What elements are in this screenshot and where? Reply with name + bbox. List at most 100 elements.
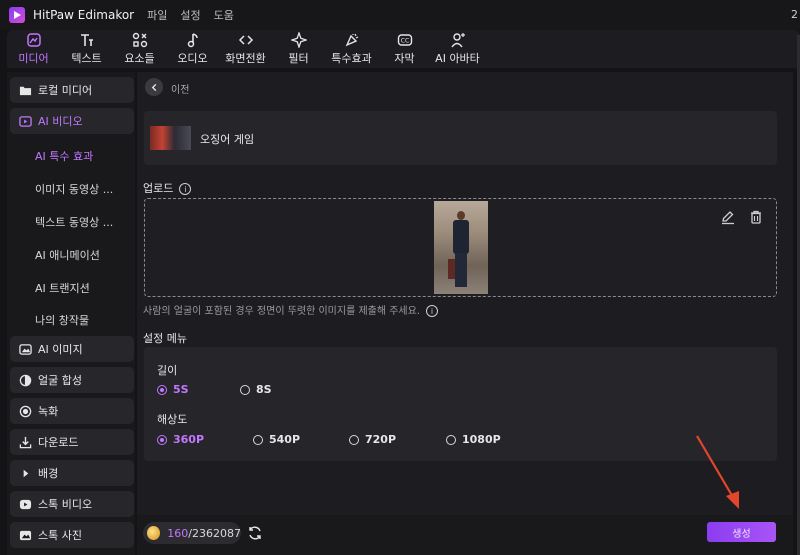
sidebar-item-local-media[interactable]: 로컬 미디어 <box>10 77 134 103</box>
resolution-option-720p[interactable]: 720P <box>349 433 396 446</box>
resolution-option-360p[interactable]: 360P <box>157 433 204 446</box>
upload-label-text: 업로드 <box>143 182 174 195</box>
trash-icon[interactable] <box>748 209 764 225</box>
coin-icon <box>147 526 161 540</box>
background-icon <box>18 466 32 480</box>
ai-video-icon <box>18 114 32 128</box>
resolution-title: 해상도 <box>157 413 188 426</box>
sidebar-item-label: 로컬 미디어 <box>38 84 93 97</box>
face-swap-icon <box>18 373 32 387</box>
transition-icon <box>238 32 254 48</box>
upload-hint: 사람의 얼굴이 포함된 경우 정면이 뚜렷한 이미지를 제출해 주세요. i <box>143 302 439 317</box>
sidebar-item-label: 녹화 <box>38 405 59 418</box>
radio-dot <box>157 384 167 395</box>
stock-video-icon <box>18 497 32 511</box>
edit-icon[interactable] <box>720 209 736 225</box>
credits-value: 160/2362087 <box>167 527 241 540</box>
app-name: HitPaw Edimakor <box>33 8 135 22</box>
credits-used: 160 <box>167 526 189 540</box>
sidebar-item-ai-image[interactable]: AI 이미지 <box>10 336 134 362</box>
effects-icon <box>344 32 360 48</box>
menu-settings[interactable]: 설정 <box>180 7 200 23</box>
title-right-text: 2 <box>791 8 798 21</box>
sidebar-item-label: 스톡 사진 <box>38 529 82 542</box>
menu-help[interactable]: 도움 <box>214 7 234 23</box>
length-option-label: 8S <box>256 383 272 396</box>
upload-label: 업로드 i <box>143 180 192 196</box>
project-thumbnail <box>150 126 191 150</box>
sidebar-item-stock-photo[interactable]: 스톡 사진 <box>10 522 134 548</box>
tab-text[interactable]: 텍스트 <box>60 30 113 68</box>
project-title: 오징어 게임 <box>200 133 255 146</box>
audio-icon <box>185 32 201 48</box>
hint-info-icon[interactable]: i <box>426 305 439 317</box>
sub-item-my-creations[interactable]: 나의 창작물 <box>35 312 89 328</box>
app-logo-icon <box>9 7 25 23</box>
sidebar-item-label: 얼굴 합성 <box>38 374 82 387</box>
sub-item-ai-effects[interactable]: AI 특수 효과 <box>35 148 93 164</box>
tab-audio[interactable]: 오디오 <box>166 30 219 68</box>
tab-transition-label: 화면전환 <box>225 52 266 65</box>
sub-item-ai-transition[interactable]: AI 트랜지션 <box>35 280 90 296</box>
tab-transition[interactable]: 화면전환 <box>219 30 272 68</box>
tab-elements[interactable]: 요소들 <box>113 30 166 68</box>
settings-label: 설정 메뉴 <box>143 332 187 345</box>
sidebar-item-background[interactable]: 배경 <box>10 460 134 486</box>
back-button[interactable] <box>145 78 163 96</box>
bottom-bar: 160/2362087 생성 <box>137 515 793 555</box>
sidebar-item-record[interactable]: 녹화 <box>10 398 134 424</box>
credits-badge: 160/2362087 <box>143 522 241 544</box>
tab-subtitle[interactable]: CC 자막 <box>378 30 431 68</box>
folder-icon <box>18 83 32 97</box>
upload-hint-text: 사람의 얼굴이 포함된 경우 정면이 뚜렷한 이미지를 제출해 주세요. <box>143 306 421 317</box>
sidebar-item-label: AI 이미지 <box>38 343 83 356</box>
tab-ai-avatar[interactable]: AI 아바타 <box>431 30 484 68</box>
ai-image-icon <box>18 342 32 356</box>
tab-text-label: 텍스트 <box>71 52 102 65</box>
resolution-option-label: 540P <box>269 433 301 446</box>
sub-item-image-to-video[interactable]: 이미지 동영상 ... <box>35 181 113 197</box>
sub-item-text-to-video[interactable]: 텍스트 동영상 ... <box>35 214 113 230</box>
uploaded-image <box>434 201 488 294</box>
tab-filter-label: 필터 <box>288 52 309 65</box>
upload-dropzone[interactable] <box>144 198 777 297</box>
person-figure <box>448 211 470 291</box>
sidebar-item-stock-video[interactable]: 스톡 비디오 <box>10 491 134 517</box>
length-option-label: 5S <box>173 383 189 396</box>
tab-media[interactable]: 미디어 <box>7 30 60 68</box>
tab-ai-avatar-label: AI 아바타 <box>435 52 480 65</box>
resolution-option-1080p[interactable]: 1080P <box>446 433 501 446</box>
sidebar-item-download[interactable]: 다운로드 <box>10 429 134 455</box>
back-label[interactable]: 이전 <box>171 81 189 96</box>
title-bar: HitPaw Edimakor 파일 설정 도움 2 <box>0 0 800 30</box>
sidebar-item-label: 다운로드 <box>38 436 79 449</box>
resolution-option-label: 360P <box>173 433 205 446</box>
length-option-5s[interactable]: 5S <box>157 383 189 396</box>
sidebar: 로컬 미디어 AI 비디오 AI 특수 효과 이미지 동영상 ... 텍스트 동… <box>7 72 135 555</box>
record-icon <box>18 404 32 418</box>
length-option-8s[interactable]: 8S <box>240 383 272 396</box>
generate-button[interactable]: 생성 <box>707 522 776 542</box>
sub-item-ai-animation[interactable]: AI 애니메이션 <box>35 247 100 263</box>
resolution-option-540p[interactable]: 540P <box>253 433 300 446</box>
info-icon[interactable]: i <box>179 183 192 195</box>
sidebar-item-label: 배경 <box>38 467 59 480</box>
tab-audio-label: 오디오 <box>177 52 208 65</box>
main-panel: 이전 오징어 게임 업로드 i 사람의 얼굴이 포함된 경우 정면이 뚜렷한 이미… <box>137 72 793 555</box>
sidebar-item-ai-video[interactable]: AI 비디오 <box>10 108 134 134</box>
sidebar-item-label: AI 비디오 <box>38 115 83 128</box>
project-card[interactable]: 오징어 게임 <box>144 111 777 165</box>
radio-dot <box>446 434 456 445</box>
menu-file[interactable]: 파일 <box>147 7 167 23</box>
settings-card: 길이 5S 8S 해상도 360P 540P 720P 1080P <box>144 347 777 461</box>
avatar-icon <box>450 32 466 48</box>
tab-filter[interactable]: 필터 <box>272 30 325 68</box>
text-icon <box>79 32 95 48</box>
subtitle-icon: CC <box>397 32 413 48</box>
refresh-icon[interactable] <box>247 525 263 541</box>
tab-effects[interactable]: 특수효과 <box>325 30 378 68</box>
sidebar-item-label: 스톡 비디오 <box>38 498 93 511</box>
sidebar-item-face-swap[interactable]: 얼굴 합성 <box>10 367 134 393</box>
stock-photo-icon <box>18 528 32 542</box>
resolution-option-label: 1080P <box>462 433 501 446</box>
